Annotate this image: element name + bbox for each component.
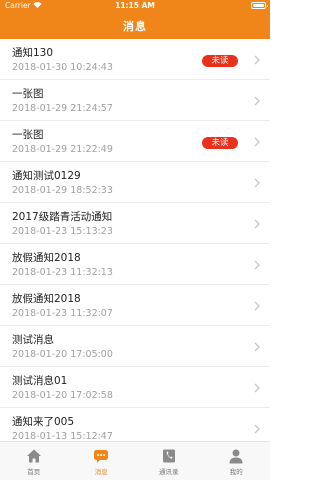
message-time: 2018-01-29 21:24:57 <box>12 103 113 114</box>
message-time: 2018-01-20 17:05:00 <box>12 349 113 360</box>
status-time: 11:15 AM <box>115 1 155 10</box>
message-title: 测试消息 <box>12 334 54 346</box>
chevron-right-icon <box>254 55 260 65</box>
message-title: 2017级踏青活动通知 <box>12 211 113 223</box>
message-icon <box>94 450 109 463</box>
chevron-right-icon <box>254 342 260 352</box>
chevron-right-icon <box>254 424 260 434</box>
tab-label: 首页 <box>27 468 41 476</box>
message-title: 一张图 <box>12 129 44 141</box>
home-icon <box>26 449 41 463</box>
message-item[interactable]: 通知来了005 2018-01-13 15:12:47 <box>0 408 270 441</box>
tab-home[interactable]: 首页 <box>0 442 68 480</box>
chevron-right-icon <box>254 219 260 229</box>
profile-icon <box>229 449 243 464</box>
message-item[interactable]: 放假通知2018 2018-01-23 11:32:07 <box>0 285 270 326</box>
chevron-right-icon <box>254 96 260 106</box>
chevron-right-icon <box>254 178 260 188</box>
chevron-right-icon <box>254 383 260 393</box>
message-time: 2018-01-13 15:12:47 <box>12 431 113 441</box>
message-title: 通知来了005 <box>12 416 75 428</box>
message-time: 2018-01-29 18:52:33 <box>12 185 113 196</box>
tab-profile[interactable]: 我的 <box>203 442 271 480</box>
tab-label: 消息 <box>94 468 108 476</box>
message-list: 通知130 2018-01-30 10:24:43 未读 一张图 2018-01… <box>0 39 270 441</box>
message-item[interactable]: 通知测试0129 2018-01-29 18:52:33 <box>0 162 270 203</box>
message-item[interactable]: 2017级踏青活动通知 2018-01-23 15:13:23 <box>0 203 270 244</box>
tab-contacts[interactable]: 通讯录 <box>135 442 203 480</box>
message-item[interactable]: 一张图 2018-01-29 21:24:57 <box>0 80 270 121</box>
message-title: 通知测试0129 <box>12 170 81 182</box>
page-title: 消息 <box>123 20 147 33</box>
tab-label: 我的 <box>229 468 243 476</box>
message-time: 2018-01-23 15:13:23 <box>12 226 113 237</box>
header-bar: Carrier 11:15 AM 消息 <box>0 0 270 39</box>
battery-icon <box>251 2 268 9</box>
message-title: 放假通知2018 <box>12 293 81 305</box>
status-bar: Carrier 11:15 AM <box>0 0 270 13</box>
unread-badge: 未读 <box>202 55 238 67</box>
chevron-right-icon <box>254 260 260 270</box>
message-item[interactable]: 放假通知2018 2018-01-23 11:32:13 <box>0 244 270 285</box>
message-time: 2018-01-20 17:02:58 <box>12 390 113 401</box>
tab-messages[interactable]: 消息 <box>68 442 136 480</box>
message-title: 一张图 <box>12 88 44 100</box>
message-item[interactable]: 一张图 2018-01-29 21:22:49 未读 <box>0 121 270 162</box>
message-title: 放假通知2018 <box>12 252 81 264</box>
chevron-right-icon <box>254 301 260 311</box>
message-time: 2018-01-23 11:32:13 <box>12 267 113 278</box>
chevron-right-icon <box>254 137 260 147</box>
message-time: 2018-01-29 21:22:49 <box>12 144 113 155</box>
message-title: 通知130 <box>12 47 54 59</box>
message-time: 2018-01-23 11:32:07 <box>12 308 113 319</box>
message-item[interactable]: 通知130 2018-01-30 10:24:43 未读 <box>0 39 270 80</box>
tab-label: 通讯录 <box>159 468 179 476</box>
message-title: 测试消息01 <box>12 375 68 387</box>
tab-bar: 首页 消息 通讯录 我的 <box>0 441 270 480</box>
message-item[interactable]: 测试消息01 2018-01-20 17:02:58 <box>0 367 270 408</box>
message-item[interactable]: 测试消息 2018-01-20 17:05:00 <box>0 326 270 367</box>
unread-badge: 未读 <box>202 137 238 149</box>
message-time: 2018-01-30 10:24:43 <box>12 62 113 73</box>
contacts-icon <box>162 449 175 463</box>
